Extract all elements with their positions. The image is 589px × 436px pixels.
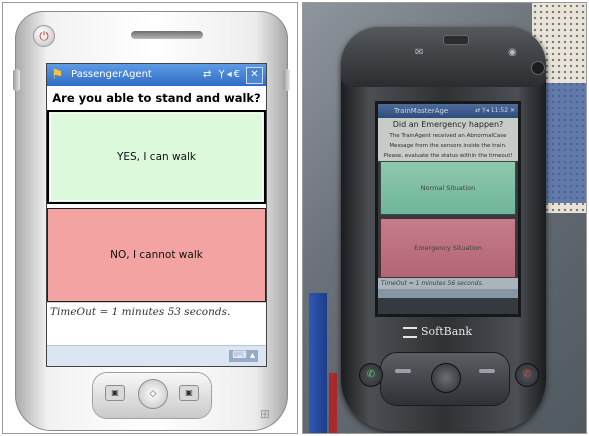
message-line: The TrainAgent received an AbnormalCase [389,133,507,139]
normal-situation-button[interactable]: Normal Situation [380,161,516,215]
emulator-panel: ⏻ ⚑ PassengerAgent ⇄ Ỵ◂€ ✕ Are you able … [2,2,298,434]
app-title: PassengerAgent [71,69,152,80]
blue-cable [309,293,327,433]
earpiece [443,35,469,45]
phone-message-text: The TrainAgent received an AbnormalCase … [378,131,518,161]
message-line: Message from the sensors inside the trai… [389,143,507,149]
phone-timeout-status: TimeOut = 1 minutes 56 seconds. [378,278,518,289]
close-icon[interactable]: ✕ [246,67,263,84]
brand-name: SoftBank [421,325,473,338]
windows-logo-icon: ⊞ [259,407,270,421]
title-bar: ⚑ PassengerAgent ⇄ Ỵ◂€ ✕ [47,64,266,86]
normal-situation-label: Normal Situation [420,184,476,192]
mail-icon: ✉ [415,47,424,58]
windows-flag-icon[interactable]: ⚑ [51,67,67,83]
power-icon[interactable]: ⏻ [33,25,55,47]
left-softkey-icon[interactable]: ▣ [105,385,125,401]
phone-dpad-icon[interactable] [431,363,461,393]
phone-nav-cluster [381,353,509,405]
phone-input-bar [378,289,518,298]
side-key-left[interactable] [13,69,20,91]
no-walk-button[interactable]: NO, I cannot walk [47,208,266,302]
input-panel-bar: ⌨ ▴ [47,345,266,366]
phone-question-label: Did an Emergency happen? [378,118,518,131]
signal-speaker-icons[interactable]: ⇄ Ỵ◂€ [203,64,242,86]
emergency-situation-label: Emergency Situation [414,244,482,252]
keyboard-icon[interactable]: ⌨ ▴ [229,350,258,362]
timeout-status: TimeOut = 1 minutes 53 seconds. [47,302,266,321]
brand-mark-icon [403,326,417,338]
speaker-grille [131,31,203,39]
phone-app-title: TrainMasterAge [394,107,449,115]
globe-icon: ◉ [508,47,517,58]
no-walk-label: NO, I cannot walk [110,249,203,261]
device-photo-panel: ✉ ◉ TrainMasterAge ⇄ Ỵ◂ 11:52 ✕ Did an E… [302,2,587,434]
yes-walk-label: YES, I can walk [116,151,197,163]
phone-screen: TrainMasterAge ⇄ Ỵ◂ 11:52 ✕ Did an Emerg… [375,101,521,317]
camera-lens [531,61,545,75]
phone-tray-icons: ⇄ Ỵ◂ 11:52 ✕ [475,107,515,114]
emergency-situation-button[interactable]: Emergency Situation [380,218,516,278]
phone-right-softkey[interactable] [479,369,495,373]
device-screen: ⚑ PassengerAgent ⇄ Ỵ◂€ ✕ Are you able to… [46,63,267,367]
call-green-icon[interactable]: ✆ [359,363,383,387]
question-label: Are you able to stand and walk? [52,91,261,105]
side-key-right[interactable] [283,69,290,91]
hardware-button-cluster: ▣ ◇ ▣ [93,373,211,418]
message-line: Please, evaluate the status within the t… [383,153,513,159]
brand-logo: SoftBank [403,325,472,338]
right-softkey-icon[interactable]: ▣ [179,385,199,401]
phone-title-bar: TrainMasterAge ⇄ Ỵ◂ 11:52 ✕ [378,104,518,118]
pocketpc-device-body: ⏻ ⚑ PassengerAgent ⇄ Ỵ◂€ ✕ Are you able … [13,11,290,431]
call-red-icon[interactable]: ✆ [515,363,539,387]
phone-left-softkey[interactable] [395,369,411,373]
yes-walk-button[interactable]: YES, I can walk [47,110,266,204]
dpad-icon[interactable]: ◇ [138,379,168,409]
red-cable [329,373,337,433]
